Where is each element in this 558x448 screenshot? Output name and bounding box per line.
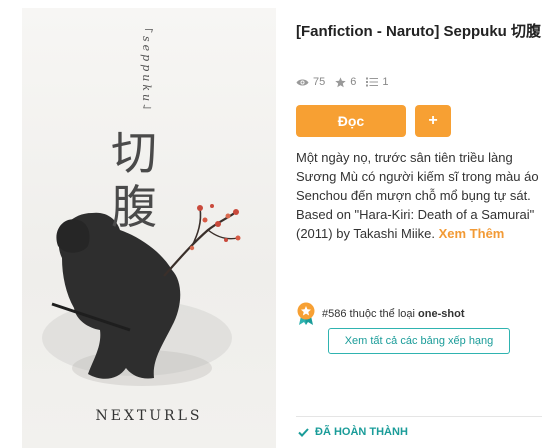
completed-status: ĐÃ HOÀN THÀNH	[298, 426, 408, 438]
star-icon	[335, 76, 346, 87]
status-label: ĐÃ HOÀN THÀNH	[315, 426, 408, 438]
views-stat: 75	[296, 76, 325, 88]
read-button[interactable]: Đọc	[296, 105, 406, 137]
add-to-library-button[interactable]: +	[415, 105, 451, 137]
cover-publisher: NEXTURLS	[95, 408, 203, 424]
eye-icon	[296, 79, 309, 85]
stars-stat: 6	[335, 76, 356, 88]
ranking-text: #586 thuộc thể loại one-shot	[322, 308, 465, 320]
story-description: Một ngày nọ, trước sân tiên triều làng S…	[296, 148, 548, 243]
cover-kanji-title: 切腹	[111, 126, 157, 234]
rank-mid-text: thuộc thể loại	[346, 308, 419, 320]
rank-number: #586	[322, 308, 347, 320]
rank-tag[interactable]: one-shot	[418, 308, 464, 320]
list-icon	[366, 77, 379, 87]
cover-roman-title: 「seppuku」	[140, 22, 153, 119]
story-stats: 75 6 1	[296, 76, 399, 88]
book-cover[interactable]: 「seppuku」 切腹 NEXTURLS	[22, 8, 276, 448]
stars-count: 6	[350, 76, 357, 88]
ranking-row: #586 thuộc thể loại one-shot	[296, 302, 465, 326]
story-title: [Fanfiction - Naruto] Seppuku 切腹	[296, 23, 541, 40]
check-icon	[298, 427, 309, 437]
ranking-badge-icon	[297, 302, 315, 325]
view-all-rankings-button[interactable]: Xem tất cả các bảng xếp hạng	[328, 328, 510, 354]
show-more-link[interactable]: Xem Thêm	[439, 226, 505, 241]
divider	[296, 416, 542, 417]
views-count: 75	[313, 76, 326, 88]
parts-count: 1	[382, 76, 389, 88]
parts-stat: 1	[366, 76, 389, 88]
